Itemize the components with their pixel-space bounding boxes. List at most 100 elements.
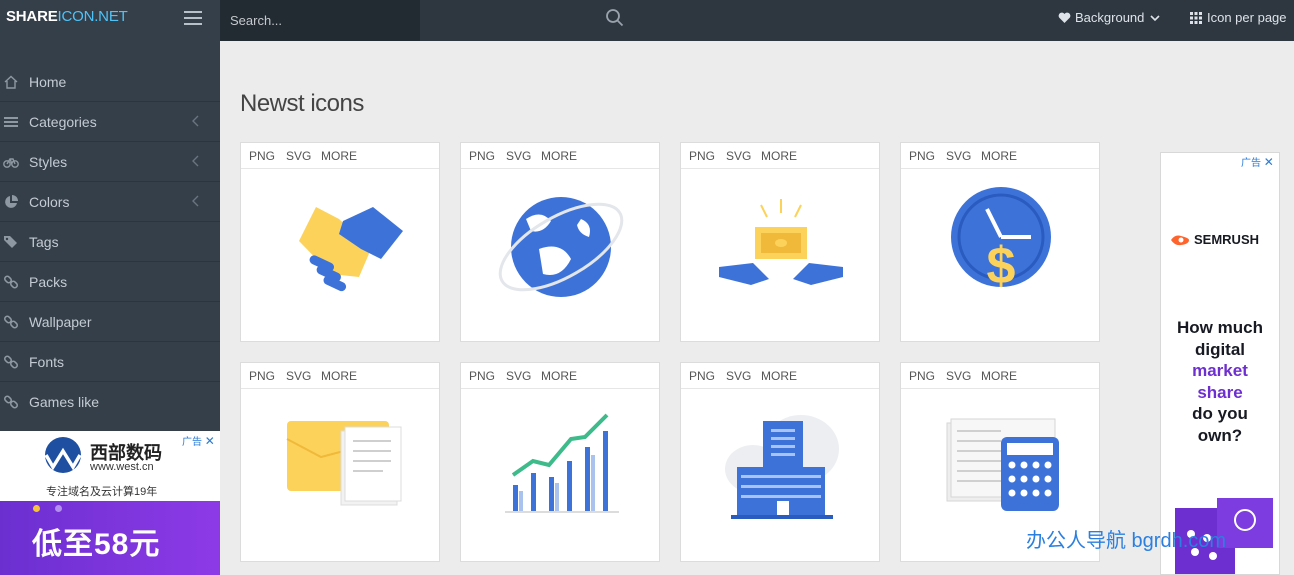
svg-download-link[interactable]: SVG — [286, 149, 311, 163]
carousel-dot[interactable] — [55, 505, 62, 512]
sidebar-item-label: Tags — [29, 234, 59, 250]
svg-download-link[interactable]: SVG — [726, 149, 751, 163]
flame-icon — [1171, 235, 1189, 245]
more-link[interactable]: MORE — [761, 369, 797, 383]
more-link[interactable]: MORE — [981, 149, 1017, 163]
west-logo-icon — [44, 437, 82, 473]
more-link[interactable]: MORE — [761, 149, 797, 163]
ad-line: market — [1192, 361, 1248, 380]
svg-download-link[interactable]: SVG — [506, 369, 531, 383]
sidebar-item-label: Wallpaper — [29, 314, 92, 330]
sidebar-item-categories[interactable]: Categories — [0, 102, 220, 142]
sidebar-item-packs[interactable]: Packs — [0, 262, 220, 302]
ad-label-text: 广告 — [182, 437, 202, 448]
icon-card[interactable]: PNG SVG MORE — [240, 142, 440, 342]
close-icon[interactable]: ✕ — [1264, 155, 1274, 169]
semrush-brand: SEMRUSH — [1194, 232, 1260, 247]
logo-part-2: ICON.NET — [57, 8, 128, 25]
card-format-bar: PNG SVG MORE — [461, 143, 659, 169]
card-format-bar: PNG SVG MORE — [461, 363, 659, 389]
ad-brand-url: www.west.cn — [90, 461, 154, 473]
more-link[interactable]: MORE — [321, 149, 357, 163]
icon-card[interactable]: PNG SVG MORE $ — [900, 142, 1100, 342]
icon-card[interactable]: PNG SVG MORE — [680, 142, 880, 342]
link-icon — [3, 395, 19, 409]
sidebar-item-colors[interactable]: Colors — [0, 182, 220, 222]
carousel-dot[interactable] — [33, 505, 40, 512]
top-navbar: SHAREICON.NET Background Icon per page — [0, 0, 1294, 41]
sidebar-item-label: Categories — [29, 114, 97, 130]
close-icon[interactable]: ✕ — [205, 434, 215, 448]
money-hands-icon[interactable] — [701, 179, 861, 329]
sidebar: Home Categories Styles Colors Tags Packs… — [0, 41, 220, 431]
handshake-icon[interactable] — [261, 179, 421, 329]
icon-card[interactable]: PNG SVG MORE — [240, 362, 440, 562]
png-download-link[interactable]: PNG — [469, 149, 495, 163]
sidebar-item-home[interactable]: Home — [0, 62, 220, 102]
sidebar-item-label: Styles — [29, 154, 68, 170]
icon-card[interactable]: PNG SVG MORE — [460, 142, 660, 342]
ad-line: own? — [1197, 425, 1243, 445]
sidebar-item-games-like[interactable]: Games like — [0, 382, 220, 422]
png-download-link[interactable]: PNG — [909, 149, 935, 163]
icon-card[interactable]: PNG SVG MORE — [460, 362, 660, 562]
png-download-link[interactable]: PNG — [249, 149, 275, 163]
png-download-link[interactable]: PNG — [689, 369, 715, 383]
background-dropdown[interactable]: Background — [1058, 10, 1160, 25]
ad-headline: How much digital market share do you own… — [1161, 317, 1279, 446]
ad-line: do you — [1192, 404, 1248, 423]
more-link[interactable]: MORE — [321, 369, 357, 383]
png-download-link[interactable]: PNG — [249, 369, 275, 383]
list-icon — [4, 117, 18, 127]
png-download-link[interactable]: PNG — [909, 369, 935, 383]
sidebar-advertisement[interactable]: 西部数码 www.west.cn 专注域名及云计算19年 广告 ✕ 低至58元 — [0, 431, 220, 575]
menu-toggle-icon[interactable] — [184, 11, 202, 25]
png-download-link[interactable]: PNG — [469, 369, 495, 383]
png-download-link[interactable]: PNG — [689, 149, 715, 163]
ad-line: digital — [1194, 339, 1246, 359]
folder-documents-icon[interactable] — [261, 399, 421, 549]
ad-line: share — [1197, 382, 1243, 402]
ad-label-text: 广告 — [1241, 158, 1261, 169]
icon-per-page-label: Icon per page — [1207, 10, 1287, 25]
svg-download-link[interactable]: SVG — [946, 369, 971, 383]
card-format-bar: PNG SVG MORE — [901, 143, 1099, 169]
card-format-bar: PNG SVG MORE — [901, 363, 1099, 389]
sidebar-item-label: Packs — [29, 274, 68, 290]
sidebar-item-tags[interactable]: Tags — [0, 222, 220, 262]
watermark-text: 办公人导航 bgrdh.com — [1026, 530, 1227, 552]
globe-icon[interactable] — [481, 179, 641, 329]
svg-download-link[interactable]: SVG — [286, 369, 311, 383]
sidebar-item-label: Games like — [29, 394, 100, 410]
more-link[interactable]: MORE — [981, 369, 1017, 383]
search-input[interactable] — [230, 10, 380, 30]
chevron-left-icon — [192, 155, 199, 167]
sidebar-item-styles[interactable]: Styles — [0, 142, 220, 182]
svg-download-link[interactable]: SVG — [506, 149, 531, 163]
pie-chart-icon — [5, 195, 18, 208]
tags-icon — [4, 236, 17, 248]
logo-text[interactable]: SHAREICON.NET — [6, 8, 128, 25]
growth-chart-icon[interactable] — [481, 399, 641, 549]
link-icon — [3, 315, 19, 329]
sidebar-item-fonts[interactable]: Fonts — [0, 342, 220, 382]
office-building-icon[interactable] — [701, 399, 861, 549]
sidebar-item-label: Fonts — [29, 354, 65, 370]
card-format-bar: PNG SVG MORE — [241, 363, 439, 389]
chevron-left-icon — [192, 115, 199, 127]
svg-download-link[interactable]: SVG — [726, 369, 751, 383]
dollar-clock-icon[interactable]: $ — [921, 179, 1081, 329]
link-icon — [3, 355, 19, 369]
icon-card[interactable]: PNG SVG MORE — [680, 362, 880, 562]
more-link[interactable]: MORE — [541, 149, 577, 163]
more-link[interactable]: MORE — [541, 369, 577, 383]
right-advertisement[interactable]: 广告 ✕ SEMRUSH How much digital market sha… — [1160, 152, 1280, 575]
search-icon[interactable] — [605, 8, 625, 28]
icon-per-page-dropdown[interactable]: Icon per page — [1190, 10, 1287, 25]
svg-download-link[interactable]: SVG — [946, 149, 971, 163]
logo[interactable]: SHAREICON.NET — [0, 0, 220, 41]
ad-tagline: 专注域名及云计算19年 — [46, 486, 158, 498]
chevron-down-icon — [1150, 14, 1160, 21]
background-label: Background — [1075, 10, 1145, 25]
sidebar-item-wallpaper[interactable]: Wallpaper — [0, 302, 220, 342]
